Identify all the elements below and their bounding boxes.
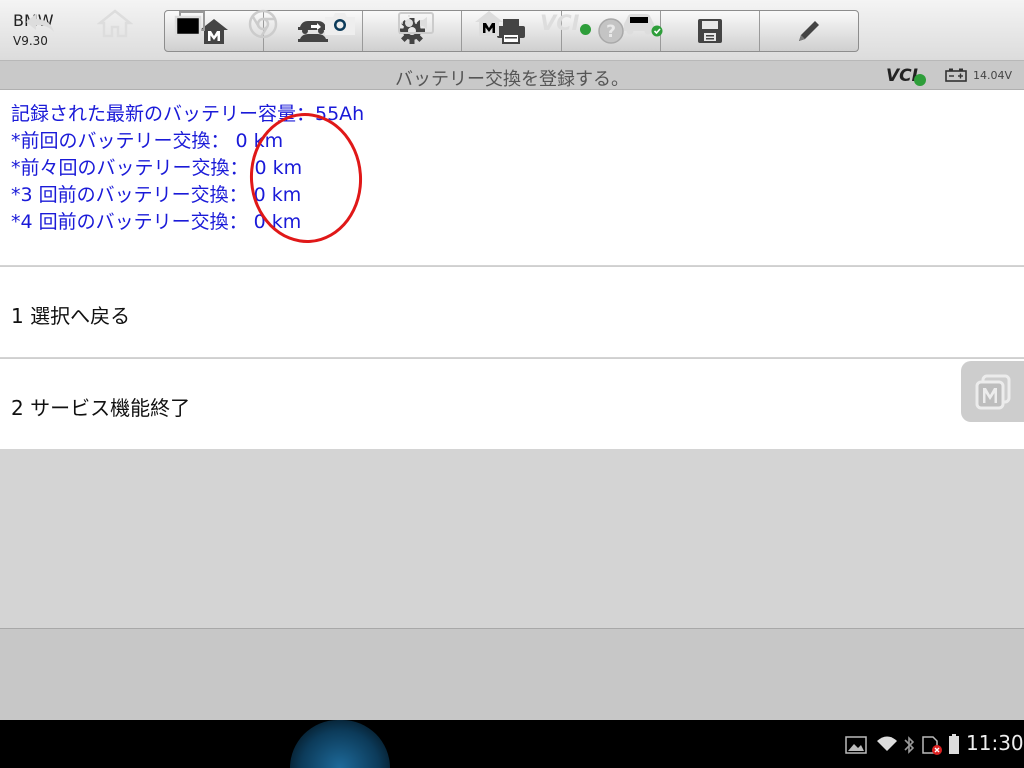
menu-item-label: 1 選択へ戻る [11, 304, 131, 328]
nav-recent-apps-button[interactable] [172, 8, 208, 38]
m-logo-icon [975, 374, 1010, 409]
brightness-volume-icon [398, 12, 434, 34]
menu-item-label: 2 サービス機能終了 [11, 396, 191, 420]
battery-info-panel: 記録された最新のバッテリー容量：55Ah *前回のバッテリー交換： 0 km *… [0, 90, 1024, 265]
nav-vehicle-button[interactable] [620, 8, 664, 38]
no-sim-icon [922, 736, 942, 755]
nav-vci-button[interactable]: VCI [540, 10, 592, 35]
camera-icon [325, 13, 355, 35]
battery-voltage: 14.04V [973, 69, 1013, 82]
title-bar: バッテリー交換を登録する。 VCI 14.04V [0, 61, 1024, 90]
app-header: BMW V9.30 [0, 0, 1024, 61]
menu-item-back-to-selection[interactable]: 1 選択へ戻る [0, 266, 1024, 357]
nav-diagnostics-app-button[interactable] [472, 8, 506, 38]
battery-status-icon [949, 734, 959, 754]
nav-browser-button[interactable] [247, 8, 279, 40]
recent-apps-icon [174, 11, 205, 37]
vci-label: VCI [540, 10, 580, 35]
battery-icon [945, 68, 967, 82]
save-icon [697, 19, 722, 43]
wifi-icon [877, 736, 897, 751]
menu-item-exit-service[interactable]: 2 サービス機能終了 [0, 358, 1024, 449]
floating-m-button[interactable] [961, 361, 1024, 422]
save-button[interactable] [661, 11, 760, 51]
edit-button[interactable] [760, 11, 858, 51]
nav-camera-button[interactable] [322, 8, 358, 38]
vci-connected-icon [580, 24, 592, 35]
nav-display-settings-button[interactable] [397, 8, 435, 38]
m-home-icon [475, 11, 503, 36]
nav-back-button[interactable] [22, 8, 58, 38]
car-connected-icon [624, 14, 663, 37]
back-arrow-icon [26, 14, 54, 32]
browser-icon [248, 9, 278, 39]
system-nav-bar [0, 720, 1024, 768]
svg-text:?: ? [606, 22, 616, 42]
gallery-notification-icon [845, 736, 867, 754]
footer-area [0, 629, 1024, 720]
bluetooth-icon [904, 736, 915, 754]
status-clock: 11:30 [966, 731, 1024, 755]
pencil-icon [798, 21, 819, 41]
nav-home-button[interactable] [97, 8, 133, 38]
vci-connected-icon [914, 74, 926, 86]
info-line-previous: *前回のバッテリー交換： 0 km [11, 130, 284, 152]
page-title: バッテリー交換を登録する。 [395, 69, 629, 90]
home-icon [97, 9, 133, 38]
vci-status-label: VCI [886, 66, 918, 86]
